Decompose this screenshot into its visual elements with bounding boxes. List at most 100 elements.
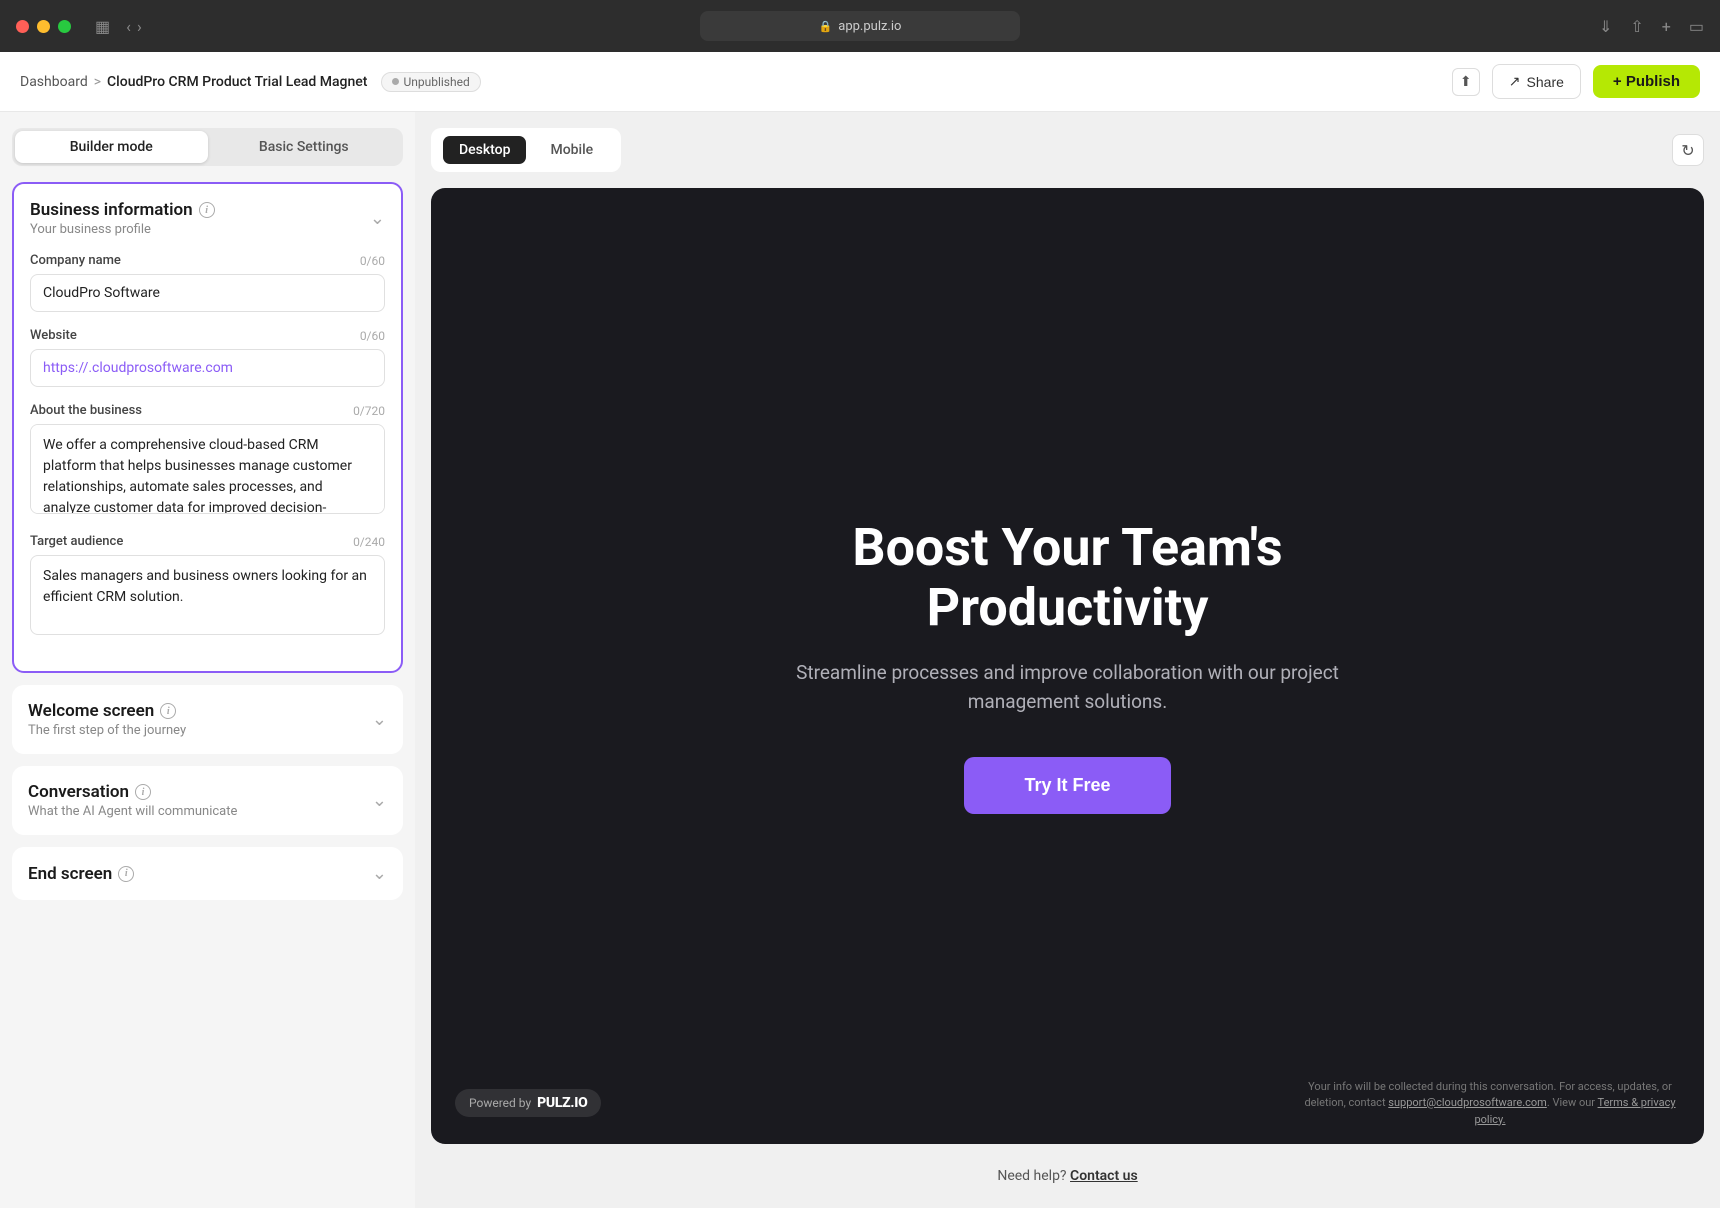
website-field: Website 0/60 — [30, 328, 385, 387]
website-input[interactable] — [30, 349, 385, 387]
mac-close-dot[interactable] — [16, 20, 29, 33]
endscreen-chevron-icon[interactable]: ⌄ — [372, 863, 387, 884]
preview-content: Boost Your Team's Productivity Streamlin… — [718, 478, 1418, 853]
forward-icon[interactable]: › — [137, 17, 142, 36]
target-label-row: Target audience 0/240 — [30, 534, 385, 549]
url-bar[interactable]: 🔒 app.pulz.io — [700, 11, 1020, 41]
section-welcome-title-block: Welcome screen i The first step of the j… — [28, 701, 372, 738]
main-layout: Builder mode Basic Settings Business inf… — [0, 112, 1720, 1208]
app-header: Dashboard > CloudPro CRM Product Trial L… — [0, 52, 1720, 112]
section-welcome-title: Welcome screen i — [28, 701, 372, 721]
website-label: Website — [30, 328, 77, 343]
sidebar-toggle-icon[interactable]: ▦ — [95, 17, 110, 36]
section-end-title-block: End screen i — [28, 864, 372, 884]
endscreen-info-icon[interactable]: i — [118, 866, 134, 882]
status-badge: Unpublished — [381, 72, 480, 92]
section-welcome-header[interactable]: Welcome screen i The first step of the j… — [12, 685, 403, 754]
upload-icon[interactable]: ⬆ — [1452, 68, 1480, 96]
target-count: 0/240 — [353, 535, 385, 549]
mac-minimize-dot[interactable] — [37, 20, 50, 33]
section-business-information: Business information i Your business pro… — [12, 182, 403, 673]
preview-heading: Boost Your Team's Productivity — [758, 518, 1378, 638]
section-conversation: Conversation i What the AI Agent will co… — [12, 766, 403, 835]
website-label-row: Website 0/60 — [30, 328, 385, 343]
about-business-field: About the business 0/720 We offer a comp… — [30, 403, 385, 518]
company-name-field: Company name 0/60 — [30, 253, 385, 312]
status-dot — [392, 78, 399, 85]
section-business-header[interactable]: Business information i Your business pro… — [14, 184, 401, 237]
section-end-screen: End screen i ⌄ — [12, 847, 403, 900]
section-business-title: Business information i — [30, 200, 370, 220]
company-name-label-row: Company name 0/60 — [30, 253, 385, 268]
website-count: 0/60 — [360, 329, 385, 343]
section-welcome-screen: Welcome screen i The first step of the j… — [12, 685, 403, 754]
section-conversation-title-block: Conversation i What the AI Agent will co… — [28, 782, 372, 819]
preview-toolbar-container: Desktop Mobile ↻ — [431, 128, 1704, 172]
mac-maximize-dot[interactable] — [58, 20, 71, 33]
preview-subtext: Streamline processes and improve collabo… — [758, 658, 1378, 717]
company-name-count: 0/60 — [360, 254, 385, 268]
left-panel: Builder mode Basic Settings Business inf… — [0, 112, 415, 1208]
target-audience-field: Target audience 0/240 Sales managers and… — [30, 534, 385, 639]
section-end-title: End screen i — [28, 864, 372, 884]
business-info-icon[interactable]: i — [199, 202, 215, 218]
preview-canvas: Boost Your Team's Productivity Streamlin… — [431, 188, 1704, 1144]
mac-titlebar: ▦ ‹ › 🔒 app.pulz.io ⇓ ⇧ + ▭ — [0, 0, 1720, 52]
share-icon[interactable]: ⇧ — [1630, 17, 1643, 36]
contact-us-link[interactable]: Contact us — [1070, 1168, 1138, 1184]
target-label: Target audience — [30, 534, 123, 549]
new-tab-icon[interactable]: + — [1662, 17, 1671, 36]
footer-text: Your info will be collected during this … — [1300, 1079, 1680, 1129]
panel-tabs: Builder mode Basic Settings — [12, 128, 403, 166]
company-name-input[interactable] — [30, 274, 385, 312]
mac-nav: ‹ › — [126, 17, 142, 36]
breadcrumb: Dashboard > CloudPro CRM Product Trial L… — [20, 72, 481, 92]
section-end-header[interactable]: End screen i ⌄ — [12, 847, 403, 900]
mac-toolbar-icons: ⇓ ⇧ + ▭ — [1599, 17, 1704, 36]
section-business-subtitle: Your business profile — [30, 222, 370, 237]
about-textarea[interactable]: We offer a comprehensive cloud-based CRM… — [30, 424, 385, 514]
section-conversation-subtitle: What the AI Agent will communicate — [28, 804, 372, 819]
tabs-icon[interactable]: ▭ — [1689, 17, 1704, 36]
preview-cta-button[interactable]: Try It Free — [964, 757, 1170, 814]
refresh-icon[interactable]: ↻ — [1672, 134, 1704, 166]
section-business-title-block: Business information i Your business pro… — [30, 200, 370, 237]
preview-tab-desktop[interactable]: Desktop — [443, 136, 526, 164]
share-button[interactable]: ↗ Share — [1492, 64, 1581, 99]
business-chevron-icon[interactable]: ⌄ — [370, 208, 385, 229]
breadcrumb-dashboard[interactable]: Dashboard — [20, 74, 88, 90]
tab-builder-mode[interactable]: Builder mode — [15, 131, 208, 163]
preview-tab-mobile[interactable]: Mobile — [534, 136, 609, 164]
publish-button[interactable]: + Publish — [1593, 65, 1700, 98]
preview-footer: Powered by PULZ.IO Your info will be col… — [431, 1063, 1704, 1145]
download-icon[interactable]: ⇓ — [1599, 17, 1612, 36]
powered-by-badge: Powered by PULZ.IO — [455, 1089, 601, 1117]
conversation-info-icon[interactable]: i — [135, 784, 151, 800]
section-conversation-title: Conversation i — [28, 782, 372, 802]
company-name-label: Company name — [30, 253, 121, 268]
preview-area: Desktop Mobile ↻ Boost Your Team's Produ… — [415, 112, 1720, 1208]
preview-toolbar: Desktop Mobile — [431, 128, 621, 172]
breadcrumb-separator: > — [94, 74, 101, 90]
help-text: Need help? Contact us — [431, 1160, 1704, 1192]
footer-email-link[interactable]: support@cloudprosoftware.com — [1388, 1096, 1547, 1109]
back-icon[interactable]: ‹ — [126, 17, 131, 36]
header-actions: ⬆ ↗ Share + Publish — [1452, 64, 1700, 99]
target-textarea[interactable]: Sales managers and business owners looki… — [30, 555, 385, 635]
breadcrumb-current-page: CloudPro CRM Product Trial Lead Magnet — [107, 74, 367, 90]
conversation-chevron-icon[interactable]: ⌄ — [372, 790, 387, 811]
welcome-chevron-icon[interactable]: ⌄ — [372, 709, 387, 730]
section-welcome-subtitle: The first step of the journey — [28, 723, 372, 738]
section-conversation-header[interactable]: Conversation i What the AI Agent will co… — [12, 766, 403, 835]
tab-basic-settings[interactable]: Basic Settings — [208, 131, 401, 163]
url-text: app.pulz.io — [838, 19, 901, 34]
about-label: About the business — [30, 403, 142, 418]
powered-by-text: Powered by — [469, 1096, 531, 1110]
welcome-info-icon[interactable]: i — [160, 703, 176, 719]
share-arrow-icon: ↗ — [1509, 73, 1521, 90]
status-text: Unpublished — [403, 75, 469, 89]
lock-icon: 🔒 — [819, 20, 833, 33]
pulzio-logo: PULZ.IO — [537, 1095, 587, 1111]
section-business-body: Company name 0/60 Website 0/60 A — [14, 237, 401, 671]
about-label-row: About the business 0/720 — [30, 403, 385, 418]
